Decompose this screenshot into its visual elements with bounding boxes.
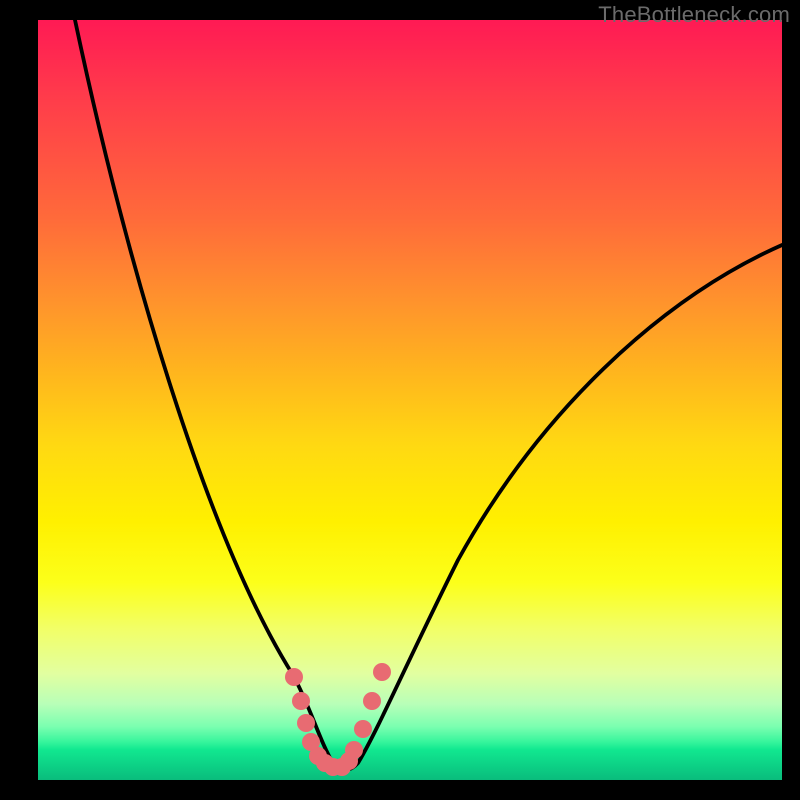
plot-area (38, 20, 782, 780)
bottleneck-curve-svg (38, 20, 782, 780)
highlight-markers (285, 663, 391, 776)
chart-frame: TheBottleneck.com (0, 0, 800, 800)
bottleneck-curve (75, 20, 782, 770)
watermark-text: TheBottleneck.com (598, 2, 790, 28)
